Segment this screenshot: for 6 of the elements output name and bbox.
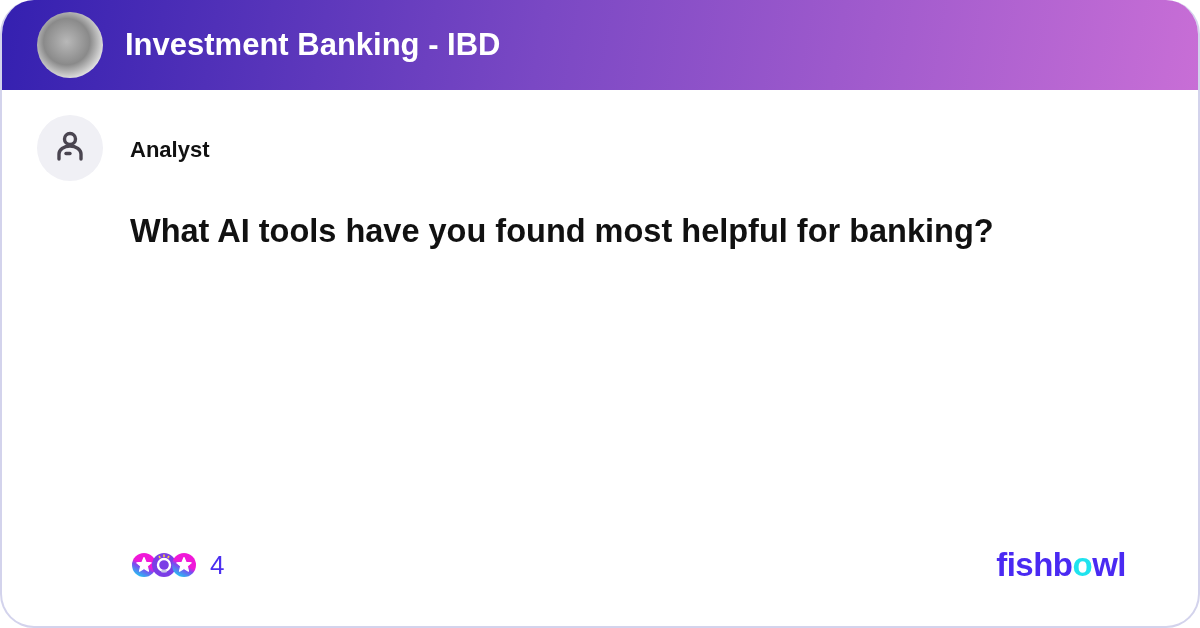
brand-logo: fishbowl [996, 546, 1126, 584]
author-name: Analyst [130, 137, 210, 163]
person-icon [37, 115, 103, 181]
reaction-count: 4 [210, 549, 225, 581]
group-title: Investment Banking - IBD [125, 27, 501, 63]
question-text: What AI tools have you found most helpful for banking? [130, 213, 995, 250]
